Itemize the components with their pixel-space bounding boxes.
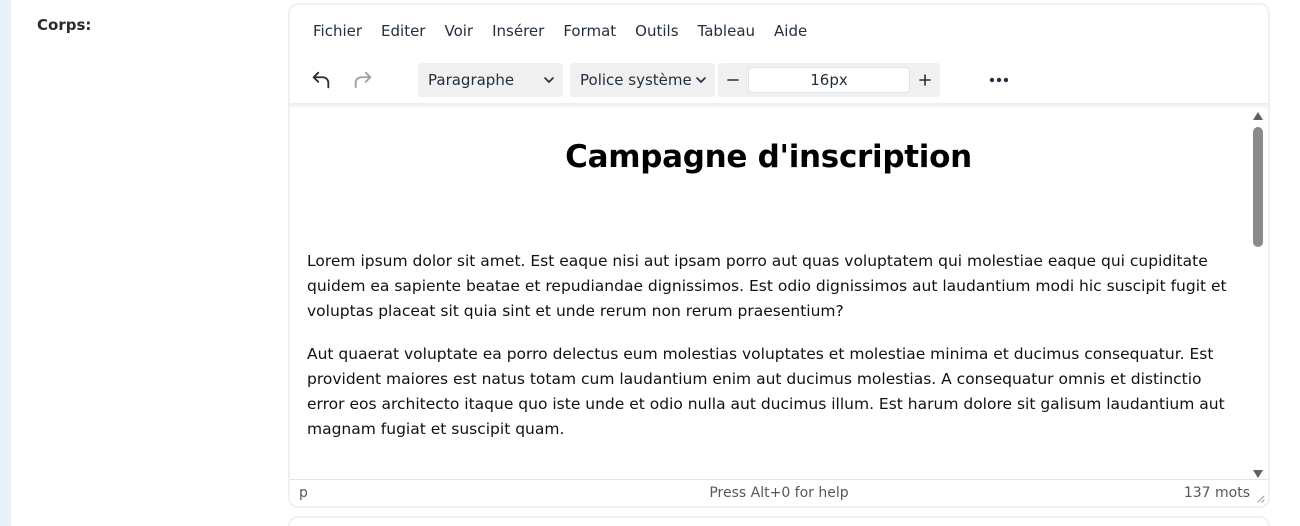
scrollbar-thumb[interactable] — [1253, 127, 1263, 247]
menu-voir[interactable]: Voir — [435, 18, 482, 44]
content-paragraph[interactable]: Aut quaerat voluptate ea porro delectus … — [307, 342, 1230, 442]
content-paragraph[interactable]: Lorem ipsum dolor sit amet. Est eaque ni… — [307, 249, 1230, 324]
chevron-down-icon — [544, 77, 554, 83]
more-horizontal-icon — [989, 77, 1009, 83]
block-format-select[interactable]: Paragraphe — [418, 63, 563, 97]
redo-icon — [354, 71, 372, 89]
menu-inserer[interactable]: Insérer — [483, 18, 553, 44]
left-strip — [0, 0, 11, 526]
menu-format[interactable]: Format — [554, 18, 625, 44]
font-size-input[interactable] — [748, 67, 910, 93]
field-label: Corps: — [37, 16, 92, 34]
vertical-scrollbar[interactable] — [1250, 109, 1266, 481]
toolbar: Paragraphe Police système — [290, 57, 1268, 103]
scroll-down-arrow-icon[interactable] — [1252, 469, 1264, 479]
undo-button[interactable] — [304, 63, 338, 97]
help-hint: Press Alt+0 for help — [709, 485, 849, 501]
chevron-down-icon — [696, 77, 706, 83]
undo-icon — [312, 71, 330, 89]
rich-text-editor: Fichier Editer Voir Insérer Format Outil… — [288, 3, 1270, 508]
plus-icon — [919, 74, 931, 86]
font-family-select[interactable]: Police système — [570, 63, 715, 97]
minus-icon — [727, 79, 739, 81]
decrease-font-size-button[interactable] — [718, 63, 748, 97]
content-heading[interactable]: Campagne d'inscription — [307, 137, 1230, 177]
menu-tableau[interactable]: Tableau — [689, 18, 765, 44]
more-button[interactable] — [982, 63, 1016, 97]
menu-editer[interactable]: Editer — [372, 18, 434, 44]
word-count[interactable]: 137 mots — [1184, 485, 1250, 501]
statusbar: p Press Alt+0 for help 137 mots — [290, 479, 1268, 506]
font-size-group — [718, 63, 940, 97]
menu-fichier[interactable]: Fichier — [304, 18, 371, 44]
resize-handle-icon[interactable] — [1255, 493, 1265, 503]
menubar: Fichier Editer Voir Insérer Format Outil… — [290, 5, 1268, 57]
block-format-value: Paragraphe — [428, 71, 515, 89]
font-family-value: Police système — [580, 71, 692, 89]
menu-aide[interactable]: Aide — [765, 18, 816, 44]
menu-outils[interactable]: Outils — [626, 18, 687, 44]
next-field-panel — [288, 516, 1270, 526]
editor-content[interactable]: Campagne d'inscription Lorem ipsum dolor… — [290, 105, 1250, 480]
scroll-up-arrow-icon[interactable] — [1252, 111, 1264, 121]
redo-button[interactable] — [346, 63, 380, 97]
increase-font-size-button[interactable] — [910, 63, 940, 97]
